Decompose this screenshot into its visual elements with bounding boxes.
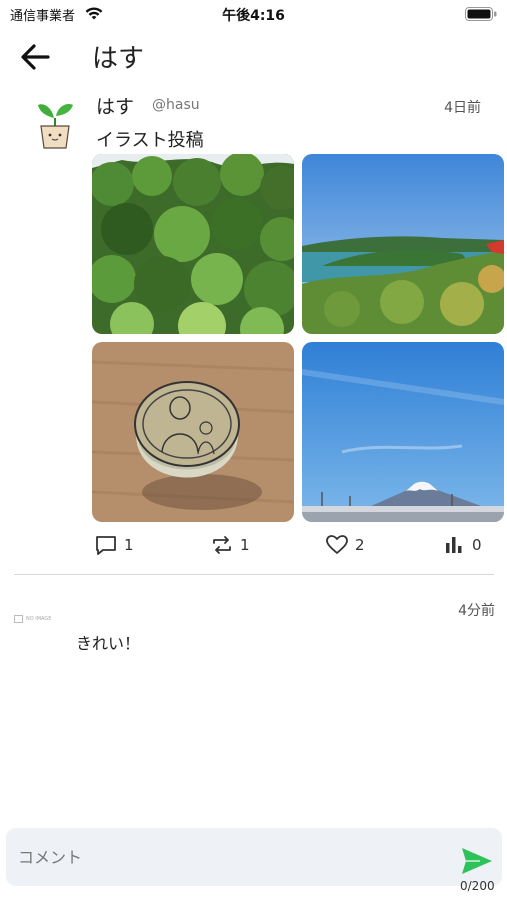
- comment-item: NO IMAGE 4分前 きれい！: [0, 596, 507, 666]
- reply-button[interactable]: 1: [94, 530, 134, 560]
- bar-chart-icon: [446, 537, 462, 553]
- post-image-forest[interactable]: [92, 154, 294, 334]
- heart-icon: [326, 535, 348, 554]
- post-timestamp: 4日前: [444, 100, 481, 116]
- status-bar: 通信事業者 午後4:16: [0, 0, 507, 28]
- author-handle: @hasu: [152, 97, 200, 113]
- comment-avatar[interactable]: NO IMAGE: [14, 614, 56, 624]
- send-icon[interactable]: [460, 846, 494, 876]
- repost-icon: [213, 536, 231, 554]
- post-image-bay[interactable]: [302, 154, 504, 334]
- view-count: 0: [472, 536, 482, 554]
- header: はす: [0, 34, 507, 80]
- post-actions: 1 1 2 0: [92, 530, 504, 560]
- page-title: はす: [92, 44, 145, 74]
- comment-avatar-placeholder-text: NO IMAGE: [26, 616, 52, 622]
- repost-count: 1: [240, 536, 250, 554]
- back-arrow-icon[interactable]: [18, 42, 52, 72]
- image-placeholder-icon: [14, 615, 23, 623]
- battery-icon: [465, 7, 497, 21]
- views-button[interactable]: 0: [442, 530, 482, 560]
- repost-button[interactable]: 1: [210, 530, 250, 560]
- clock-time: 午後4:16: [222, 8, 285, 24]
- divider: [14, 574, 494, 575]
- post-image-buddha-tin[interactable]: [92, 342, 294, 522]
- image-grid: [92, 154, 504, 522]
- post-image-mt-fuji[interactable]: [302, 342, 504, 522]
- character-counter: 0/200: [460, 879, 495, 893]
- post-text: イラスト投稿: [96, 130, 204, 151]
- reply-count: 1: [124, 536, 134, 554]
- comment-composer: [6, 828, 502, 886]
- author-display-name[interactable]: はす: [96, 92, 134, 119]
- comment-text: きれい！: [76, 634, 141, 653]
- comment-bubble-icon: [96, 536, 116, 555]
- avatar[interactable]: [34, 94, 76, 150]
- comment-timestamp: 4分前: [458, 603, 495, 619]
- comment-input[interactable]: [6, 828, 446, 886]
- like-count: 2: [355, 536, 365, 554]
- like-button[interactable]: 2: [325, 530, 365, 560]
